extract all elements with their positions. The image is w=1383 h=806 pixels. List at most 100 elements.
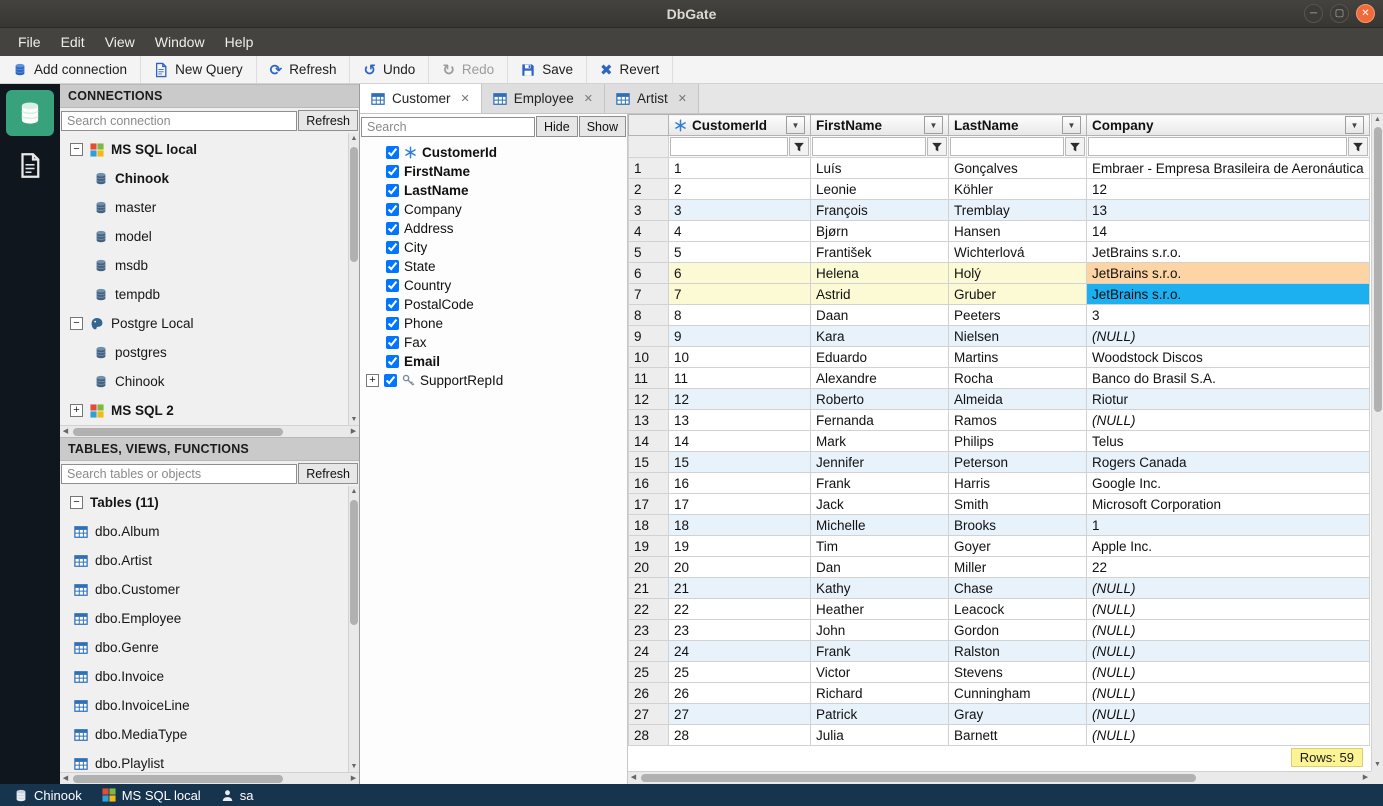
grid-cell[interactable]: Hansen <box>948 220 1087 242</box>
close-tab-icon[interactable]: ✕ <box>678 92 687 105</box>
grid-cell[interactable]: (NULL) <box>1086 325 1370 347</box>
connections-horizontal-scrollbar[interactable]: ◀ ▶ <box>60 425 359 437</box>
tab-customer[interactable]: Customer ✕ <box>360 84 482 113</box>
grid-cell[interactable]: 14 <box>1086 220 1370 242</box>
column-item-email[interactable]: Email <box>360 352 627 371</box>
grid-cell[interactable]: Telus <box>1086 430 1370 452</box>
close-tab-icon[interactable]: ✕ <box>584 92 593 105</box>
scroll-left-icon[interactable]: ◀ <box>628 772 639 784</box>
table-item-dbo-employee[interactable]: dbo.Employee <box>60 604 359 633</box>
scroll-thumb[interactable] <box>641 774 1196 782</box>
row-number-cell[interactable]: 21 <box>628 577 669 599</box>
grid-cell[interactable]: 7 <box>668 283 811 305</box>
grid-cell[interactable]: Mark <box>810 430 949 452</box>
grid-cell[interactable]: Köhler <box>948 178 1087 200</box>
row-number-cell[interactable]: 17 <box>628 493 669 515</box>
minimize-button[interactable]: ─ <box>1304 4 1323 23</box>
scroll-up-icon[interactable]: ▲ <box>349 486 359 497</box>
grid-cell[interactable]: Ralston <box>948 640 1087 662</box>
row-number-cell[interactable]: 2 <box>628 178 669 200</box>
grid-cell[interactable]: Roberto <box>810 388 949 410</box>
grid-cell[interactable]: François <box>810 199 949 221</box>
table-item-dbo-album[interactable]: dbo.Album <box>60 517 359 546</box>
toolbar-add-connection-button[interactable]: Add connection <box>0 56 142 83</box>
grid-cell[interactable]: Riotur <box>1086 388 1370 410</box>
row-number-cell[interactable]: 1 <box>628 157 669 179</box>
table-item-dbo-customer[interactable]: dbo.Customer <box>60 575 359 604</box>
column-menu-button[interactable]: ▼ <box>924 116 943 134</box>
column-checkbox[interactable] <box>386 184 399 197</box>
tables-horizontal-scrollbar[interactable]: ◀ ▶ <box>60 772 359 784</box>
grid-cell[interactable]: Rocha <box>948 367 1087 389</box>
scroll-down-icon[interactable]: ▼ <box>1372 759 1383 771</box>
grid-cell[interactable]: Brooks <box>948 514 1087 536</box>
scroll-right-icon[interactable]: ▶ <box>348 773 359 784</box>
close-button[interactable]: ✕ <box>1356 4 1375 23</box>
column-menu-button[interactable]: ▼ <box>1345 116 1364 134</box>
collapse-icon[interactable]: − <box>70 496 83 509</box>
menu-edit[interactable]: Edit <box>51 34 95 50</box>
grid-cell[interactable]: 13 <box>1086 199 1370 221</box>
grid-cell[interactable]: 22 <box>668 598 811 620</box>
column-header-lastname[interactable]: LastName ▼ <box>948 114 1087 136</box>
filter-input-customerid[interactable] <box>670 137 788 156</box>
maximize-button[interactable]: ▢ <box>1330 4 1349 23</box>
column-item-state[interactable]: State <box>360 257 627 276</box>
column-checkbox[interactable] <box>386 241 399 254</box>
titlebar[interactable]: DbGate ─ ▢ ✕ <box>0 0 1383 28</box>
grid-cell[interactable]: Julia <box>810 724 949 746</box>
collapse-icon[interactable]: − <box>70 317 83 330</box>
hide-columns-button[interactable]: Hide <box>536 116 578 137</box>
table-item-dbo-artist[interactable]: dbo.Artist <box>60 546 359 575</box>
column-item-company[interactable]: Company <box>360 200 627 219</box>
grid-cell[interactable]: Bjørn <box>810 220 949 242</box>
grid-cell[interactable]: Leacock <box>948 598 1087 620</box>
connection-item-tempdb[interactable]: tempdb <box>60 280 359 309</box>
grid-cell[interactable]: Martins <box>948 346 1087 368</box>
row-number-cell[interactable]: 19 <box>628 535 669 557</box>
scroll-thumb[interactable] <box>350 147 358 262</box>
grid-cell[interactable]: 17 <box>668 493 811 515</box>
scroll-right-icon[interactable]: ▶ <box>1360 772 1371 784</box>
grid-cell[interactable]: Ramos <box>948 409 1087 431</box>
row-number-cell[interactable]: 23 <box>628 619 669 641</box>
connection-item-msdb[interactable]: msdb <box>60 251 359 280</box>
grid-cell[interactable]: 25 <box>668 661 811 683</box>
column-menu-button[interactable]: ▼ <box>1062 116 1081 134</box>
grid-cell[interactable]: 9 <box>668 325 811 347</box>
filter-input-lastname[interactable] <box>950 137 1064 156</box>
row-number-cell[interactable]: 9 <box>628 325 669 347</box>
column-item-city[interactable]: City <box>360 238 627 257</box>
row-number-cell[interactable]: 18 <box>628 514 669 536</box>
grid-cell[interactable]: Almeida <box>948 388 1087 410</box>
grid-cell[interactable]: Kathy <box>810 577 949 599</box>
column-search-input[interactable] <box>361 116 535 137</box>
row-number-cell[interactable]: 26 <box>628 682 669 704</box>
grid-cell[interactable]: Tremblay <box>948 199 1087 221</box>
grid-cell[interactable]: Cunningham <box>948 682 1087 704</box>
grid-cell[interactable]: Kara <box>810 325 949 347</box>
grid-cell[interactable]: 27 <box>668 703 811 725</box>
grid-cell[interactable]: 18 <box>668 514 811 536</box>
grid-cell[interactable]: Embraer - Empresa Brasileira de Aeronáut… <box>1086 157 1370 179</box>
grid-cell[interactable]: Harris <box>948 472 1087 494</box>
grid-cell[interactable]: Tim <box>810 535 949 557</box>
expand-icon[interactable]: + <box>366 374 379 387</box>
grid-cell[interactable]: JetBrains s.r.o. <box>1086 283 1370 305</box>
grid-cell[interactable]: 23 <box>668 619 811 641</box>
grid-cell[interactable]: Goyer <box>948 535 1087 557</box>
tables-refresh-button[interactable]: Refresh <box>298 463 358 484</box>
column-item-address[interactable]: Address <box>360 219 627 238</box>
grid-cell[interactable]: Eduardo <box>810 346 949 368</box>
column-menu-button[interactable]: ▼ <box>786 116 805 134</box>
row-number-cell[interactable]: 16 <box>628 472 669 494</box>
grid-cell[interactable]: (NULL) <box>1086 409 1370 431</box>
grid-cell[interactable]: Peeters <box>948 304 1087 326</box>
scroll-left-icon[interactable]: ◀ <box>60 773 71 784</box>
column-checkbox[interactable] <box>386 279 399 292</box>
scroll-thumb[interactable] <box>1373 127 1382 412</box>
column-checkbox[interactable] <box>386 298 399 311</box>
grid-cell[interactable]: 14 <box>668 430 811 452</box>
grid-cell[interactable]: Peterson <box>948 451 1087 473</box>
column-checkbox[interactable] <box>386 260 399 273</box>
